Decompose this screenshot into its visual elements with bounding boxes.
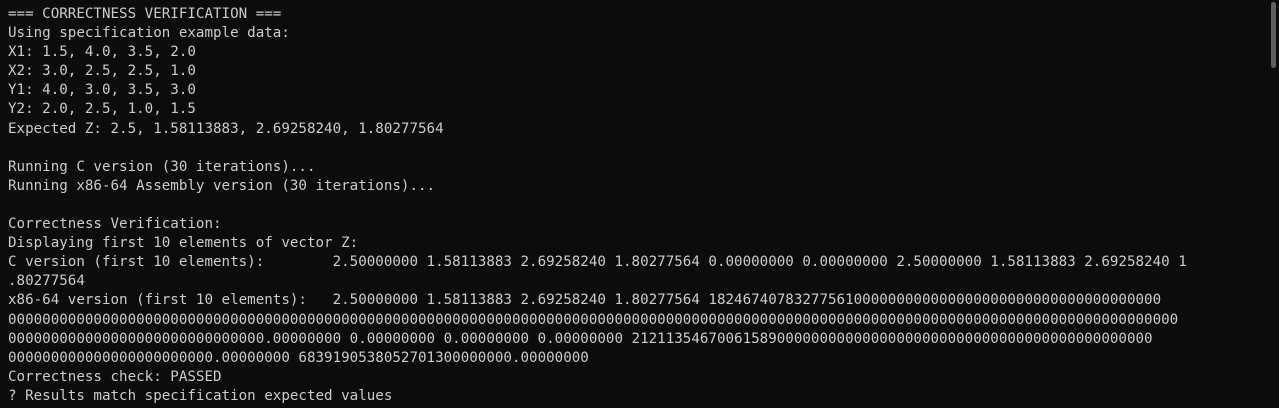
terminal-line: Displaying first 10 elements of vector Z… [8,235,359,252]
terminal-line: 000000000000000000000000000000.00000000 … [8,330,1153,347]
terminal-line: X2: 3.0, 2.5, 2.5, 1.0 [8,63,196,80]
terminal-line: Correctness check: PASSED [8,368,222,385]
terminal-line: Running x86-64 Assembly version (30 iter… [8,177,436,194]
terminal-line: .80277564 [8,273,85,290]
terminal-line: Using specification example data: [8,25,290,42]
terminal-line: Expected Z: 2.5, 1.58113883, 2.69258240,… [8,120,444,137]
terminal-line: Running C version (30 iterations)... [8,158,316,175]
terminal-line: x86-64 version (first 10 elements): 2.50… [8,292,1162,309]
terminal-output[interactable]: === CORRECTNESS VERIFICATION === Using s… [8,5,1258,408]
terminal-line: Y1: 4.0, 3.0, 3.5, 3.0 [8,82,196,99]
terminal-line: C version (first 10 elements): 2.5000000… [8,254,1187,271]
terminal-line: 000000000000000000000000.00000000 683919… [8,349,589,366]
vertical-scrollbar[interactable] [1269,2,1277,406]
terminal-line: ? Results match specification expected v… [8,387,393,404]
scrollbar-thumb[interactable] [1271,2,1276,68]
terminal-line: Correctness Verification: [8,216,222,233]
terminal-line: Y2: 2.0, 2.5, 1.0, 1.5 [8,101,196,118]
terminal-line: 0000000000000000000000000000000000000000… [8,311,1179,328]
terminal-line: X1: 1.5, 4.0, 3.5, 2.0 [8,44,196,61]
terminal-line: === CORRECTNESS VERIFICATION === [8,6,282,22]
